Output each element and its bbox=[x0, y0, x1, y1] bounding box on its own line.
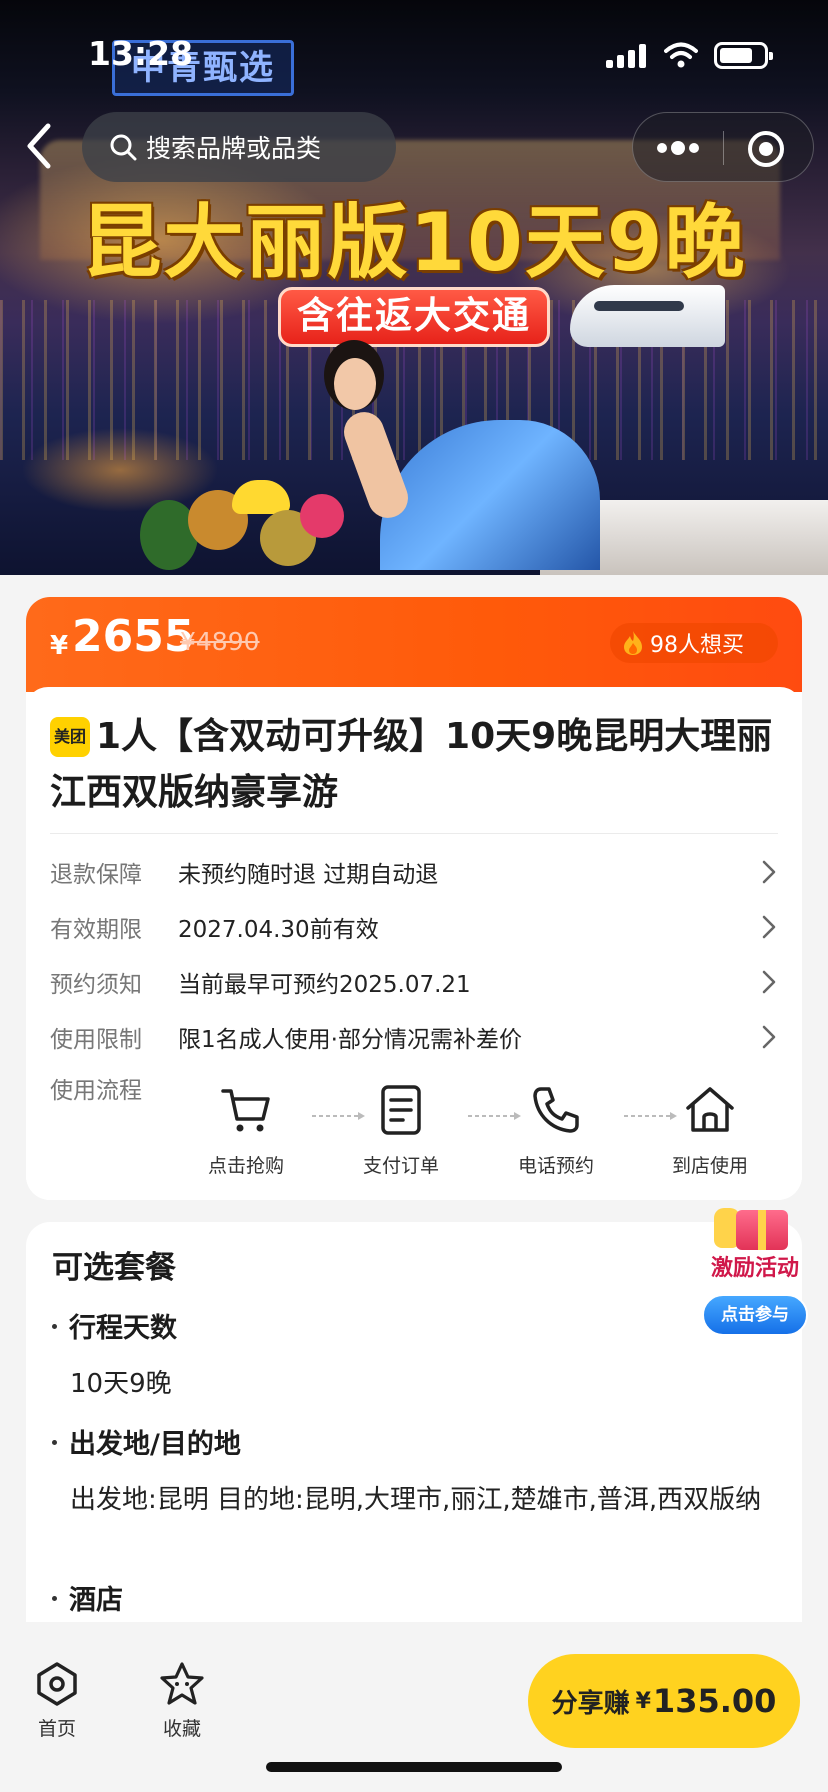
banner-headline: 昆大丽版10天9晚 bbox=[81, 196, 747, 289]
divider bbox=[50, 833, 778, 834]
search-placeholder: 搜索品牌或品类 bbox=[146, 134, 322, 163]
store-home-icon bbox=[686, 1087, 734, 1132]
package-section-days: 行程天数 bbox=[52, 1306, 177, 1345]
usage-flow: 使用流程 点击抢购 支付订单 电话预约 到店使用 bbox=[50, 1071, 778, 1200]
share-amount: 135.00 bbox=[652, 1682, 777, 1720]
info-label: 使用限制 bbox=[50, 1027, 142, 1053]
train-image bbox=[570, 285, 725, 347]
incentive-activity-widget[interactable]: 激励活动 点击参与 bbox=[690, 1208, 820, 1343]
info-value: 2027.04.30前有效 bbox=[178, 917, 379, 943]
flow-step-call: 电话预约 bbox=[501, 1083, 611, 1178]
capsule-divider bbox=[723, 131, 724, 165]
flow-step-label: 到店使用 bbox=[671, 1155, 748, 1177]
package-section-value: 10天9晚 bbox=[70, 1369, 172, 1399]
chevron-right-icon bbox=[762, 860, 776, 884]
info-label: 预约须知 bbox=[50, 972, 142, 998]
search-icon bbox=[110, 134, 137, 161]
flow-label: 使用流程 bbox=[50, 1078, 142, 1104]
info-label: 有效期限 bbox=[50, 917, 142, 943]
tab-home-label: 首页 bbox=[37, 1718, 76, 1740]
tab-favorite[interactable]: 收藏 bbox=[137, 1660, 227, 1741]
status-time: 13:28 bbox=[88, 34, 194, 73]
share-currency: ¥ bbox=[635, 1688, 651, 1714]
info-row-refund[interactable]: 退款保障 未预约随时退 过期自动退 bbox=[50, 851, 778, 891]
package-title: 可选套餐 bbox=[52, 1250, 176, 1286]
flow-step-pay: 支付订单 bbox=[346, 1083, 456, 1178]
share-earn-button[interactable]: 分享赚 ¥ 135.00 bbox=[528, 1654, 800, 1748]
price-bar: ¥ 2655 ¥4890 98人想买 bbox=[26, 597, 802, 692]
info-row-validity[interactable]: 有效期限 2027.04.30前有效 bbox=[50, 906, 778, 946]
platform-tag: 美团 bbox=[50, 717, 90, 757]
want-count: 98人想买 bbox=[650, 633, 744, 658]
battery-icon bbox=[714, 42, 773, 69]
info-value: 限1名成人使用·部分情况需补差价 bbox=[178, 1027, 522, 1053]
more-options-icon[interactable] bbox=[653, 133, 703, 163]
info-value: 未预约随时退 过期自动退 bbox=[178, 862, 439, 888]
info-row-booking[interactable]: 预约须知 当前最早可预约2025.07.21 bbox=[50, 961, 778, 1001]
chevron-right-icon bbox=[762, 1025, 776, 1049]
join-activity-button[interactable]: 点击参与 bbox=[702, 1294, 808, 1336]
banner-sub-badge: 含往返大交通 bbox=[278, 287, 550, 347]
info-row-restriction[interactable]: 使用限制 限1名成人使用·部分情况需补差价 bbox=[50, 1016, 778, 1056]
package-section-destination: 出发地/目的地 bbox=[52, 1422, 241, 1461]
fire-icon bbox=[624, 631, 642, 655]
page: 中青甄选 昆大丽版10天9晚 含往返大交通 13:28 搜索品牌或品类 ¥ 26… bbox=[0, 0, 828, 1792]
gift-box-icon bbox=[736, 1210, 788, 1250]
package-section-value: 出发地:昆明 目的地:昆明,大理市,丽江,楚雄市,普洱,西双版纳 bbox=[70, 1485, 762, 1515]
package-card: 可选套餐 行程天数 10天9晚 出发地/目的地 出发地:昆明 目的地:昆明,大理… bbox=[26, 1222, 802, 1622]
package-section-name: 酒店 bbox=[69, 1585, 123, 1616]
activity-label: 激励活动 bbox=[710, 1256, 799, 1281]
product-title-text: 1人【含双动可升级】10天9晚昆明大理丽江西双版纳豪享游 bbox=[50, 716, 773, 813]
package-section-name: 出发地/目的地 bbox=[69, 1429, 241, 1460]
product-card: ¥ 2655 ¥4890 98人想买 美团 1人【含双动可升级】10天9晚昆明大理… bbox=[26, 597, 802, 1200]
tab-home[interactable]: 首页 bbox=[12, 1660, 102, 1741]
want-count-badge: 98人想买 bbox=[610, 623, 778, 663]
chevron-right-icon bbox=[762, 915, 776, 939]
info-label: 退款保障 bbox=[50, 862, 142, 888]
info-value: 当前最早可预约2025.07.21 bbox=[178, 972, 471, 998]
chevron-right-icon bbox=[762, 970, 776, 994]
order-document-icon bbox=[381, 1085, 421, 1135]
product-title: 美团 1人【含双动可升级】10天9晚昆明大理丽江西双版纳豪享游 bbox=[50, 709, 778, 821]
search-input[interactable]: 搜索品牌或品类 bbox=[82, 112, 396, 182]
back-arrow-icon[interactable] bbox=[18, 120, 58, 172]
cart-icon bbox=[221, 1089, 270, 1132]
cellular-signal-icon bbox=[606, 44, 648, 68]
flow-step-label: 电话预约 bbox=[517, 1155, 594, 1177]
current-price: 2655 bbox=[72, 611, 195, 662]
flow-step-label: 支付订单 bbox=[362, 1155, 439, 1177]
package-section-hotel: 酒店 bbox=[52, 1578, 123, 1617]
price-currency: ¥ bbox=[50, 631, 69, 661]
share-label: 分享赚 bbox=[551, 1688, 630, 1719]
wifi-icon bbox=[664, 42, 698, 68]
flow-step-buy: 点击抢购 bbox=[191, 1083, 301, 1178]
home-indicator bbox=[266, 1762, 562, 1772]
flow-step-visit: 到店使用 bbox=[655, 1083, 765, 1178]
package-section-name: 行程天数 bbox=[69, 1313, 177, 1344]
favorite-star-icon bbox=[160, 1662, 204, 1705]
phone-icon bbox=[533, 1087, 579, 1133]
bottom-action-bar: 首页 收藏 分享赚 ¥ 135.00 bbox=[0, 1632, 828, 1792]
original-price: ¥4890 bbox=[180, 627, 260, 656]
product-info: 美团 1人【含双动可升级】10天9晚昆明大理丽江西双版纳豪享游 退款保障 未预约随… bbox=[26, 687, 802, 1200]
close-mini-program-icon[interactable] bbox=[747, 130, 785, 168]
model-image bbox=[300, 340, 600, 570]
mini-program-capsule bbox=[632, 112, 814, 182]
flow-step-label: 点击抢购 bbox=[207, 1155, 284, 1177]
home-icon bbox=[37, 1662, 77, 1706]
status-bar: 13:28 bbox=[0, 0, 828, 100]
tab-favorite-label: 收藏 bbox=[162, 1718, 201, 1740]
